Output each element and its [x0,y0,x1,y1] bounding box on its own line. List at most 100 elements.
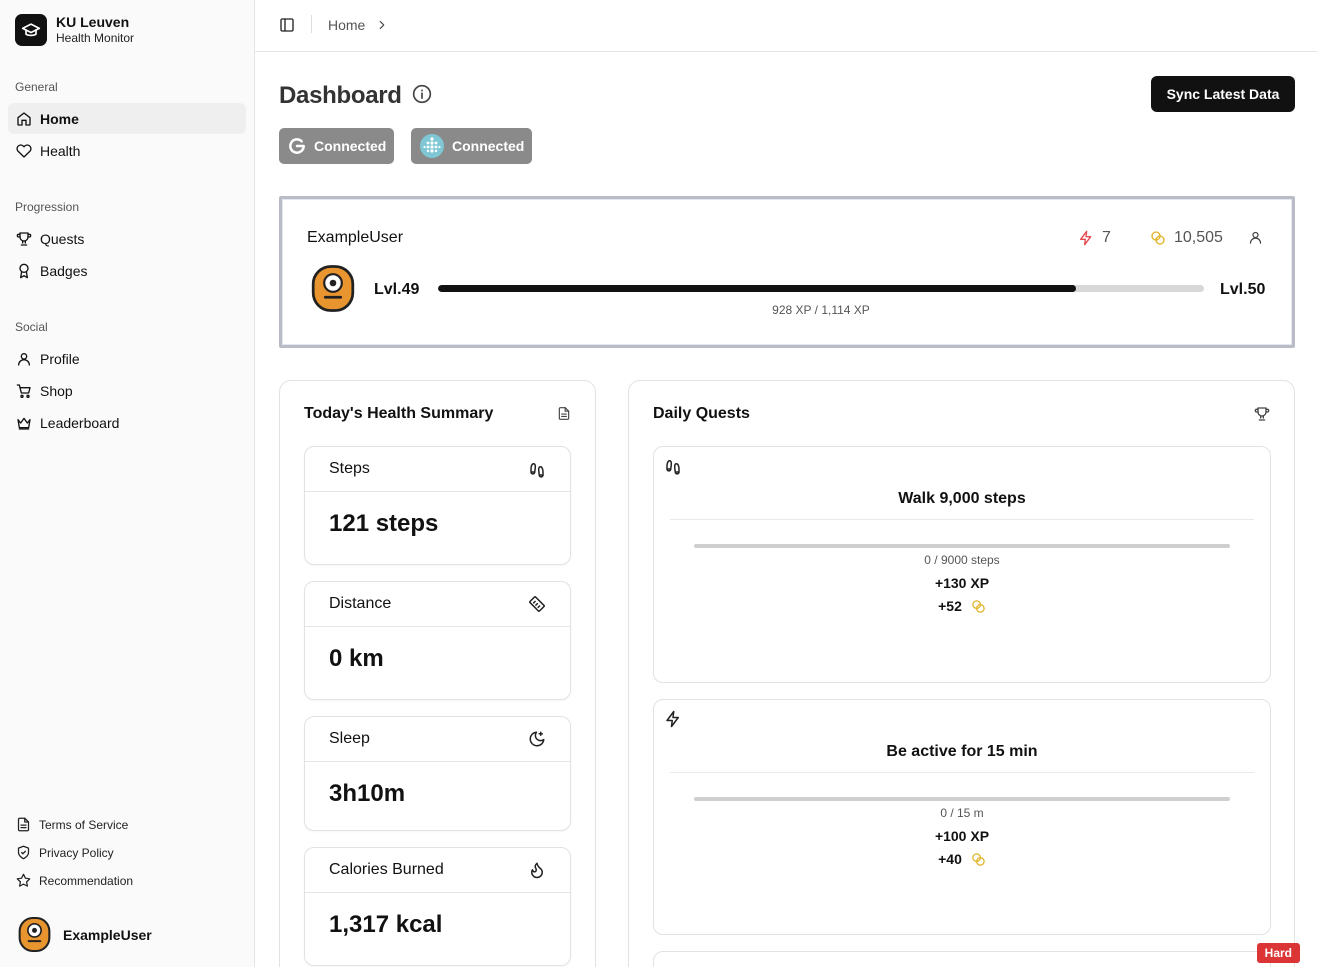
health-summary-panel: Today's Health Summary Steps 121 steps D… [279,380,596,967]
calories-label: Calories Burned [329,861,444,878]
streak-value: 7 [1102,229,1111,246]
player-card: ExampleUser 7 10,505 Lvl.49 Lvl.50 928 X… [279,196,1295,348]
google-icon [287,136,307,156]
user-icon [16,351,32,367]
calories-value: 1,317 kcal [329,911,443,938]
current-level: Lvl.49 [374,281,420,298]
google-connected-button[interactable]: Connected [279,128,395,164]
sidebar-item-shop[interactable]: Shop [8,375,246,406]
quest-card[interactable]: Be active for 15 min 0 / 15 m +100 XP +4… [653,699,1271,935]
daily-quests-panel: Daily Quests Walk 9,000 steps 0 / 9000 s… [628,380,1295,967]
sidebar-item-home[interactable]: Home [8,103,246,134]
home-icon [16,111,32,127]
brand[interactable]: KU Leuven Health Monitor [15,14,134,46]
quest-title: Walk 9,000 steps [898,490,1026,507]
next-level: Lvl.50 [1220,281,1266,298]
privacy-label: Privacy Policy [39,845,114,860]
badge-icon [16,263,32,279]
sidebar-user[interactable]: ExampleUser [18,916,152,953]
privacy-link[interactable]: Privacy Policy [16,845,114,860]
chevron-right-icon [375,18,389,32]
sidebar-item-label: Home [40,110,79,127]
quest-progress-bar [694,797,1230,801]
info-icon[interactable] [412,84,432,104]
heart-icon [16,143,32,159]
quest-divider [670,772,1254,773]
calories-card: Calories Burned 1,317 kcal [304,847,571,966]
quest-coin-reward: +40 [654,851,1270,867]
terms-link[interactable]: Terms of Service [16,817,128,832]
sidebar: KU Leuven Health Monitor General Home He… [0,0,255,967]
sidebar-item-label: Health [40,142,81,159]
streak-counter: 7 [1078,229,1111,247]
daily-quests-title: Daily Quests [653,405,750,422]
distance-card: Distance 0 km [304,581,571,700]
sleep-label: Sleep [329,730,370,747]
fitbit-icon [419,133,445,159]
nav-group-social: Social [15,320,48,334]
document-icon [557,406,571,421]
sidebar-item-label: Leaderboard [40,414,120,431]
google-connected-label: Connected [314,138,387,154]
recommendation-link[interactable]: Recommendation [16,873,133,888]
avatar [311,264,355,313]
document-icon [16,817,31,832]
ruler-icon [528,595,546,613]
trophy-icon [16,231,32,247]
quest-title: Be active for 15 min [886,743,1038,760]
cart-icon [16,383,32,399]
graduation-cap-icon [15,14,47,46]
shield-icon [16,845,31,860]
sleep-value: 3h10m [329,780,406,807]
health-summary-title: Today's Health Summary [304,405,494,422]
fitbit-connected-button[interactable]: Connected [411,128,533,164]
coin-counter: 10,505 [1150,229,1223,247]
footprints-icon [528,460,546,478]
quest-card[interactable] [653,951,1271,967]
sidebar-user-name: ExampleUser [63,926,152,943]
avatar [18,916,51,953]
sidebar-item-label: Quests [40,230,85,247]
quest-xp-reward: +100 XP [934,828,990,844]
sidebar-toggle-icon[interactable] [279,17,295,33]
sidebar-item-leaderboard[interactable]: Leaderboard [8,407,246,438]
quest-progress-text: 0 / 9000 steps [924,553,1000,567]
brand-subtitle: Health Monitor [56,31,135,45]
fitbit-connected-label: Connected [452,138,525,154]
steps-card: Steps 121 steps [304,446,571,565]
crown-icon [16,415,32,431]
distance-label: Distance [329,595,392,612]
coins-icon [1150,230,1166,246]
quest-card[interactable]: Walk 9,000 steps 0 / 9000 steps +130 XP … [653,446,1271,683]
profile-user-icon[interactable] [1248,230,1263,245]
page-title: Dashboard [279,82,402,109]
trophy-icon [1254,406,1270,422]
star-icon [16,873,31,888]
sidebar-item-health[interactable]: Health [8,135,246,166]
breadcrumb: Home [328,17,389,33]
coin-value: 10,505 [1174,229,1223,246]
sidebar-item-badges[interactable]: Badges [8,255,246,286]
moon-icon [528,730,546,748]
terms-label: Terms of Service [39,817,129,832]
sync-latest-data-button[interactable]: Sync Latest Data [1151,76,1295,112]
coins-icon [971,599,986,614]
recommendation-label: Recommendation [39,873,134,888]
footprints-icon [664,457,682,475]
sidebar-item-label: Badges [40,262,88,279]
sidebar-item-quests[interactable]: Quests [8,223,246,254]
sidebar-item-profile[interactable]: Profile [8,343,246,374]
xp-progress-bar [438,285,1204,292]
distance-value: 0 km [329,645,384,672]
topbar-divider [311,15,312,33]
nav-group-general: General [15,80,58,94]
quest-divider [670,519,1254,520]
nav-group-progression: Progression [15,200,80,214]
quest-xp-reward: +130 XP [934,575,990,591]
quest-coin-value: +40 [938,851,962,867]
steps-label: Steps [329,460,370,477]
xp-progress-fill [438,285,1077,292]
breadcrumb-home[interactable]: Home [328,17,365,33]
sidebar-item-label: Profile [40,350,80,367]
sleep-card: Sleep 3h10m [304,716,571,831]
